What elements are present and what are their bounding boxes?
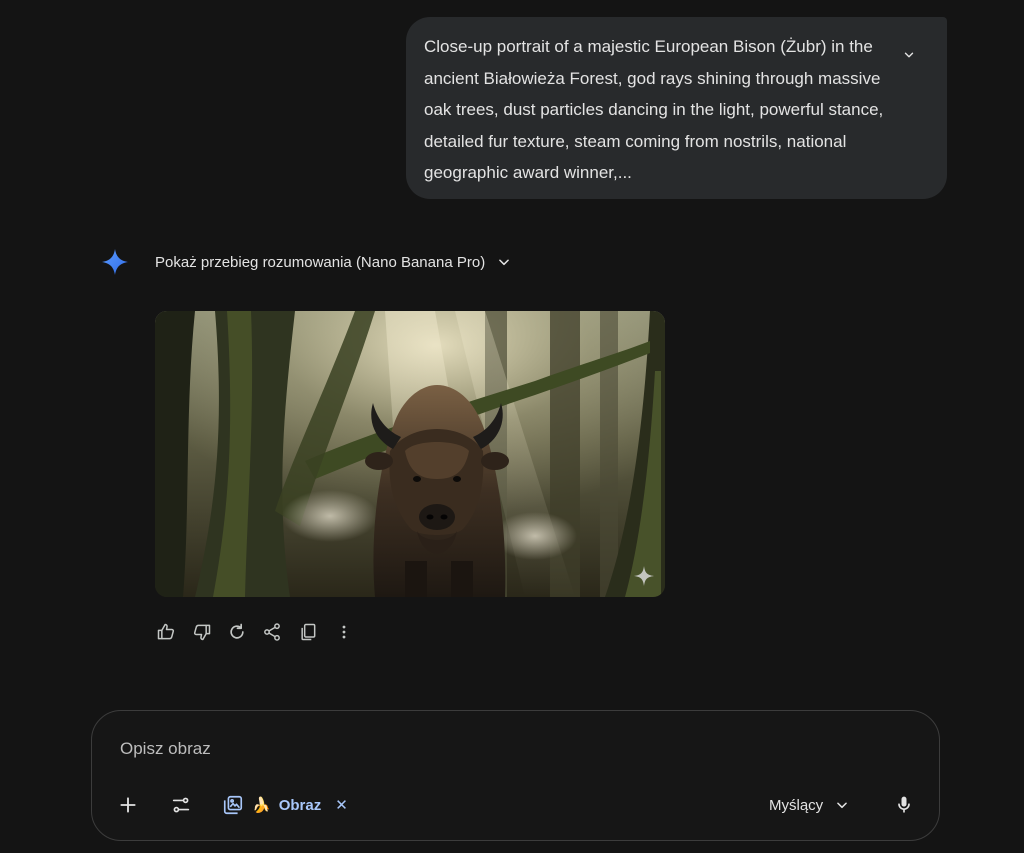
generated-image[interactable]: [155, 311, 665, 597]
ai-sparkle-badge-icon: [634, 566, 654, 586]
gemini-sparkle-icon: [102, 249, 128, 275]
mode-label: Myślący: [769, 796, 824, 814]
microphone-icon: [898, 796, 910, 813]
prompt-input[interactable]: [118, 735, 722, 763]
thumb-up-icon: [157, 623, 175, 640]
microphone-button[interactable]: [890, 791, 918, 819]
model-mode-selector[interactable]: Myślący: [769, 793, 849, 817]
tune-icon: [172, 797, 190, 813]
add-button[interactable]: [114, 791, 142, 819]
copy-icon: [301, 623, 316, 641]
plus-icon: [120, 797, 136, 813]
tools-button[interactable]: [167, 791, 195, 819]
user-prompt-text: Close-up portrait of a majestic European…: [424, 37, 884, 182]
share-button[interactable]: [261, 620, 283, 644]
more-options-button[interactable]: [333, 620, 355, 644]
prompt-composer: 🍌 Obraz ✕ Myślący: [91, 710, 940, 841]
show-reasoning-toggle[interactable]: Pokaż przebieg rozumowania (Nano Banana …: [155, 251, 511, 273]
user-prompt-bubble: Close-up portrait of a majestic European…: [406, 17, 947, 199]
chat-page: Close-up portrait of a majestic European…: [0, 0, 1024, 853]
image-tool-label: Obraz: [278, 796, 322, 814]
thumb-down-icon: [193, 624, 211, 641]
regenerate-icon: [230, 623, 244, 639]
chevron-down-icon: [904, 52, 914, 58]
thumb-up-button[interactable]: [155, 620, 177, 644]
copy-button[interactable]: [297, 620, 319, 644]
chevron-down-icon: [837, 802, 848, 809]
more-vert-icon: [342, 625, 346, 639]
image-tool-chip[interactable]: 🍌 Obraz ✕: [222, 793, 348, 817]
chevron-down-icon: [499, 259, 510, 266]
remove-image-tool-button[interactable]: ✕: [335, 796, 348, 814]
expand-prompt-button[interactable]: [897, 43, 921, 67]
reasoning-label: Pokaż przebieg rozumowania (Nano Banana …: [155, 253, 486, 271]
bison-forest-illustration: [155, 311, 665, 597]
image-gallery-icon: [223, 795, 243, 815]
regenerate-button[interactable]: [226, 620, 248, 644]
thumb-down-button[interactable]: [191, 620, 213, 644]
share-icon: [264, 623, 280, 641]
banana-emoji: 🍌: [252, 797, 271, 814]
